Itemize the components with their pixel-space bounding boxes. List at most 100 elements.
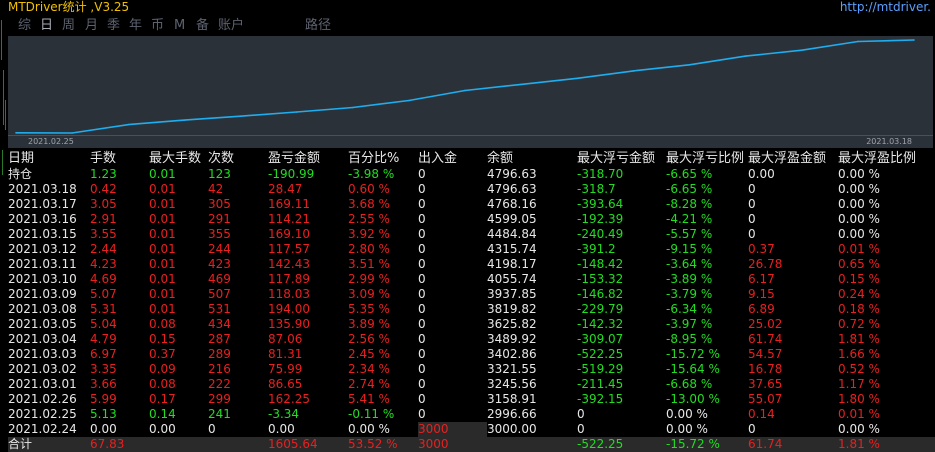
cell-max-float-loss: -318.70 (577, 167, 624, 181)
cell-max-float-loss-pct: -9.15 % (666, 242, 713, 256)
cell-max-float-loss-pct: -5.57 % (666, 227, 713, 241)
cell-max-float-loss-pct: -3.64 % (666, 257, 713, 271)
cell-max-float-loss-pct: -4.21 % (666, 212, 713, 226)
stats-panel: MTDriver统计 ,V3.25 http://mtdriver. 综 日 周… (8, 0, 935, 452)
cell-pnl: 169.11 (268, 197, 310, 211)
cell-max-float-loss-pct: -15.72 % (666, 347, 720, 361)
cell-max-lots: 0.01 (149, 182, 176, 196)
table-row[interactable]: 2021.03.09 5.07 0.01 507 118.03 3.09 % 0 3937.8… (8, 287, 935, 302)
table-row[interactable]: 2021.03.04 4.79 0.15 287 87.06 2.56 % 0 3489.92… (8, 332, 935, 347)
table-row[interactable]: 2021.03.05 5.04 0.08 434 135.90 3.89 % 0 3625.8… (8, 317, 935, 332)
cell-pct: 2.74 % (348, 377, 390, 391)
cell-balance: 3625.82 (487, 317, 537, 331)
table-row[interactable]: 2021.03.12 2.44 0.01 244 117.57 2.80 % 0 4315.7… (8, 242, 935, 257)
cell-max-float-loss: 0 (577, 422, 585, 436)
cell-balance: 3158.91 (487, 392, 537, 406)
table-row[interactable]: 2021.03.16 2.91 0.01 291 114.21 2.55 % 0 4599.0… (8, 212, 935, 227)
cell-deposit: 0 (418, 392, 426, 406)
tab-monthly[interactable]: 月 (85, 17, 98, 34)
table-row[interactable]: 2021.03.11 4.23 0.01 423 142.43 3.51 % 0 4198.1… (8, 257, 935, 272)
table-row[interactable]: 2021.03.15 3.55 0.01 355 169.10 3.92 % 0 4484.8… (8, 227, 935, 242)
cell-balance: 4599.05 (487, 212, 537, 226)
cell-max-float-profit-pct: 1.17 % (838, 377, 880, 391)
cell-max-float-loss-pct: -6.65 % (666, 167, 713, 181)
title-bar: MTDriver统计 ,V3.25 http://mtdriver. (8, 0, 935, 15)
column-header[interactable]: 余额 (487, 150, 577, 167)
tab-yearly[interactable]: 年 (129, 17, 142, 34)
cell-max-float-loss-pct: 0.00 % (666, 422, 708, 436)
table-row[interactable]: 2021.03.18 0.42 0.01 42 28.47 0.60 % 0 4796.63 -… (8, 182, 935, 197)
balance-point (127, 123, 130, 126)
cell-deposit: 0 (418, 302, 426, 316)
table-row[interactable]: 2021.02.26 5.99 0.17 299 162.25 5.41 % 0 3158.9… (8, 392, 935, 407)
website-link[interactable]: http://mtdriver. (840, 0, 931, 14)
table-row[interactable]: 2021.03.08 5.31 0.01 531 194.00 5.35 % 0 3819.8… (8, 302, 935, 317)
table-row[interactable]: 2021.02.24 0.00 0.00 0 0.00 0.00 % 3000 3000.00… (8, 422, 935, 437)
cell-max-float-profit: 6.17 (748, 272, 775, 286)
column-header[interactable]: 盈亏金额 (268, 150, 348, 167)
table-row[interactable]: 2021.03.01 3.66 0.08 222 86.65 2.74 % 0 3245.56… (8, 377, 935, 392)
cell-max-float-profit-pct: 0.65 % (838, 257, 880, 271)
cell-balance: 4768.16 (487, 197, 537, 211)
table-row[interactable]: 2021.03.17 3.05 0.01 305 169.11 3.68 % 0 4768.1… (8, 197, 935, 212)
balance-point (239, 115, 242, 118)
tab-quarterly[interactable]: 季 (107, 17, 120, 34)
holding-row[interactable]: 持仓 1.23 0.01 123 -190.99 -3.98 % 0 4796.63 -318.… (8, 167, 935, 182)
cell-max-lots: 0.01 (149, 212, 176, 226)
cell-balance: 4315.74 (487, 242, 537, 256)
column-header[interactable]: 最大浮亏比例 (666, 150, 748, 167)
column-header[interactable]: 百分比% (348, 150, 418, 167)
cell-max-float-loss: -309.07 (577, 332, 624, 346)
cell-count: 42 (208, 182, 224, 196)
cell-max-lots: 0.37 (149, 347, 176, 361)
column-header[interactable]: 最大手数 (149, 150, 208, 167)
tab-account[interactable]: 账户 (218, 17, 244, 34)
cell-count: 434 (208, 317, 231, 331)
table-row[interactable]: 2021.03.10 4.69 0.01 469 117.89 2.99 % 0 4055.7… (8, 272, 935, 287)
cell-max-lots: 0.01 (149, 227, 176, 241)
cell-lots: 4.79 (90, 332, 117, 346)
cell-pnl: 135.90 (268, 317, 310, 331)
cell-deposit: 0 (418, 377, 426, 391)
cell-pnl: 28.47 (268, 182, 303, 196)
cell-pnl: 0.00 (268, 422, 295, 436)
table-row[interactable]: 2021.03.02 3.35 0.09 216 75.99 2.34 % 0 3321.55… (8, 362, 935, 377)
cell-max-float-loss: -318.7 (577, 182, 616, 196)
column-header[interactable]: 最大浮亏金额 (577, 150, 666, 167)
cell-count: 507 (208, 287, 231, 301)
column-header[interactable]: 日期 (8, 150, 90, 167)
tab-path[interactable]: 路径 (305, 17, 331, 34)
cell-max-float-loss: -519.29 (577, 362, 624, 376)
cell-pct: 3.89 % (348, 317, 390, 331)
cell-balance: 4198.17 (487, 257, 537, 271)
cell-pnl: -190.99 (268, 167, 315, 181)
cell-max-float-loss: -240.49 (577, 227, 624, 241)
table-row[interactable]: 2021.03.03 6.97 0.37 289 81.31 2.45 % 0 3402.86… (8, 347, 935, 362)
column-header[interactable]: 手数 (90, 150, 149, 167)
cell-pnl: 162.25 (268, 392, 310, 406)
tab-currency[interactable]: 币 (151, 17, 164, 34)
tab-magic[interactable]: M (174, 17, 185, 34)
cell-pnl: 194.00 (268, 302, 310, 316)
table-row[interactable]: 2021.02.25 5.13 0.14 241 -3.34 -0.11 % 0 2996.6… (8, 407, 935, 422)
cell-date: 2021.03.02 (8, 362, 77, 376)
tab-weekly[interactable]: 周 (62, 17, 75, 34)
cell-lots: 0.42 (90, 182, 117, 196)
cell-max-float-profit: 25.02 (748, 317, 783, 331)
cell-count: 305 (208, 197, 231, 211)
column-header[interactable]: 次数 (208, 150, 268, 167)
cell-pct: 3.51 % (348, 257, 390, 271)
cell-max-float-loss: -522.25 (577, 347, 624, 361)
cell-pct: 2.55 % (348, 212, 390, 226)
column-header[interactable]: 出入金 (418, 150, 487, 167)
column-header[interactable]: 最大浮盈比例 (838, 150, 935, 167)
cell-lots: 3.35 (90, 362, 117, 376)
tab-summary[interactable]: 综 (18, 17, 31, 34)
column-header[interactable]: 最大浮盈金额 (748, 150, 838, 167)
tab-daily[interactable]: 日 (40, 17, 53, 34)
cell-lots: 5.07 (90, 287, 117, 301)
tab-notes[interactable]: 备 (196, 17, 209, 34)
cell-pct: 3.92 % (348, 227, 390, 241)
total-row[interactable]: 合计 67.83 1605.64 53.52 % 3000 -522.25 -15.72 %… (8, 437, 935, 452)
cell-max-float-loss-pct: -6.68 % (666, 377, 713, 391)
